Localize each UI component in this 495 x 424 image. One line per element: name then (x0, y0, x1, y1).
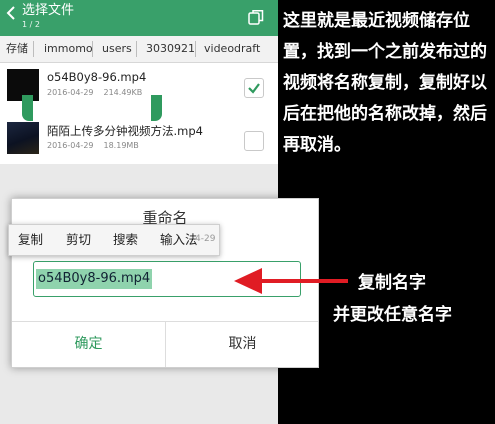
selection-handle-left[interactable] (22, 95, 33, 121)
file-size: 214.49KB (103, 88, 143, 97)
file-row[interactable]: 陌陌上传多分钟视频方法.mp4 2016-04-29 18.19MB (0, 116, 278, 170)
crumb-divider (92, 41, 93, 57)
text-context-menu: 复制 剪切 搜索 输入法 (8, 224, 220, 256)
file-date: 2016-04-29 (47, 141, 94, 150)
crumb-divider (136, 41, 137, 57)
crumb-users[interactable]: users (102, 36, 132, 62)
confirm-button[interactable]: 确定 (12, 322, 165, 367)
file-meta: 2016-04-29 18.19MB (47, 141, 149, 150)
selected-filename[interactable]: o54B0y8-96.mp4 (36, 269, 153, 289)
back-arrow-icon[interactable] (5, 6, 17, 20)
file-checkbox[interactable] (244, 131, 264, 151)
crumb-user-id[interactable]: 3030921 (146, 36, 195, 62)
crumb-divider (33, 41, 34, 57)
file-name: 陌陌上传多分钟视频方法.mp4 (47, 124, 203, 138)
crumb-divider (195, 41, 196, 57)
copy-icon[interactable] (248, 9, 264, 25)
page-title: 选择文件 (22, 3, 75, 18)
cancel-button[interactable]: 取消 (166, 322, 319, 367)
menu-search[interactable]: 搜索 (113, 225, 138, 255)
annotation-change-name: 并更改任意名字 (333, 305, 452, 325)
file-date: 2016-04-29 (47, 88, 94, 97)
file-meta: 2016-04-29 214.49KB (47, 88, 152, 97)
checkmark-icon (248, 83, 260, 94)
menu-input-method[interactable]: 输入法 (160, 225, 198, 255)
faded-date-text: 4-29 (195, 234, 216, 244)
crumb-immomo[interactable]: immomo (44, 36, 93, 62)
crumb-videodraft[interactable]: videodraft (204, 36, 260, 62)
breadcrumb: 存储 immomo users 3030921 videodraft (0, 36, 278, 63)
file-row[interactable]: o54B0y8-96.mp4 2016-04-29 214.49KB (0, 63, 278, 117)
menu-copy[interactable]: 复制 (18, 225, 43, 255)
video-thumbnail (7, 122, 39, 154)
crumb-storage[interactable]: 存储 (6, 36, 28, 62)
instruction-caption: 这里就是最近视频储存位置，找到一个之前发布过的视频将名称复制，复制好以后在把他的… (283, 11, 487, 155)
file-name: o54B0y8-96.mp4 (47, 70, 147, 84)
menu-cut[interactable]: 剪切 (66, 225, 91, 255)
selection-handle-right[interactable] (151, 95, 162, 121)
title-bar: 选择文件 1 / 2 (0, 0, 278, 36)
red-arrow-icon (234, 268, 348, 294)
selection-count: 1 / 2 (22, 20, 40, 29)
file-checkbox[interactable] (244, 78, 264, 98)
annotation-copy-name: 复制名字 (358, 273, 426, 293)
file-size: 18.19MB (103, 141, 139, 150)
